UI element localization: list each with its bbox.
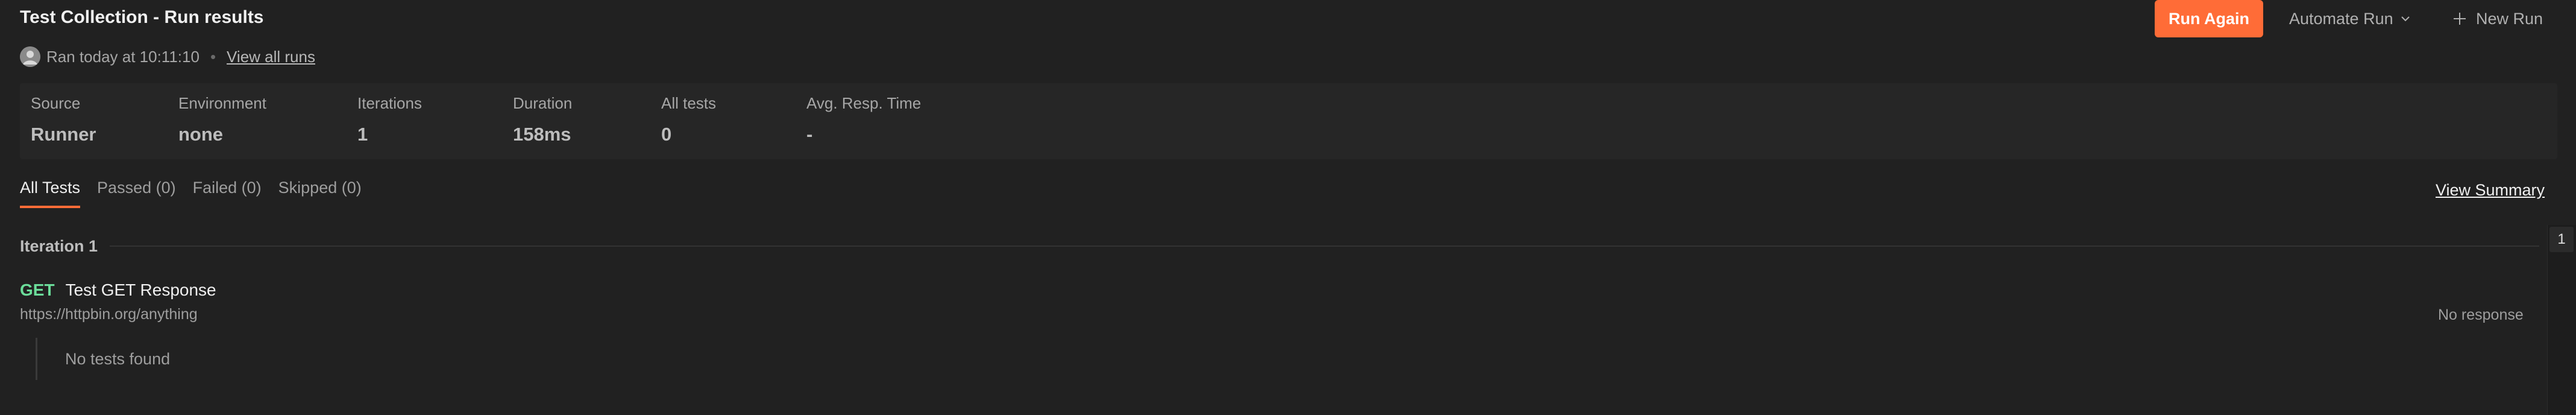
stat-label: Environment [178,94,266,112]
run-meta: Ran today at 10:11:10 • View all runs [20,46,315,68]
new-run-button[interactable]: New Run [2452,5,2543,33]
stat-label: Avg. Resp. Time [806,94,922,112]
meta-separator: • [210,47,216,66]
stat-value: 1 [357,124,368,145]
request-header: GET Test GET Response [20,280,216,300]
tests-results-block: No tests found [36,338,170,380]
iteration-jump-button[interactable]: 1 [2549,227,2574,252]
request-url: https://httpbin.org/anything [20,306,198,323]
tab-skipped[interactable]: Skipped (0) [278,179,362,206]
stat-environment: Environment none [178,94,266,145]
response-status: No response [2438,306,2524,323]
run-summary-stats: Source Runner Environment none Iteration… [20,83,2557,159]
view-all-runs-link[interactable]: View all runs [227,48,315,66]
tab-failed[interactable]: Failed (0) [193,179,262,206]
ran-timestamp: Ran today at 10:11:10 [46,47,199,66]
stat-value: 0 [661,124,672,145]
iteration-navigator [2547,225,2576,415]
stat-label: All tests [661,94,717,112]
run-results-page: Test Collection - Run results Ran today … [0,0,2576,415]
stat-value: - [806,124,813,145]
view-summary-link[interactable]: View Summary [2436,181,2545,200]
stat-value: none [178,124,224,145]
stat-iterations: Iterations 1 [357,94,422,145]
request-method: GET [20,280,55,299]
stat-duration: Duration 158ms [513,94,572,145]
run-again-button[interactable]: Run Again [2155,0,2263,37]
result-tabs: All Tests Passed (0) Failed (0) Skipped … [20,179,379,212]
stat-label: Source [31,94,81,112]
stat-label: Duration [513,94,573,112]
plus-icon [2454,13,2466,25]
request-name: Test GET Response [65,280,216,299]
stat-all-tests: All tests 0 [661,94,716,145]
new-run-label: New Run [2476,9,2543,28]
stat-avg-resp-time: Avg. Resp. Time - [806,94,921,145]
page-title: Test Collection - Run results [20,7,264,27]
stat-label: Iterations [357,94,422,112]
automate-run-button[interactable]: Automate Run [2289,5,2411,33]
request-entry[interactable]: GET Test GET Response https://httpbin.or… [20,280,216,323]
automate-run-label: Automate Run [2289,9,2393,28]
stat-source: Source Runner [31,94,96,145]
no-tests-message: No tests found [65,349,171,368]
stat-value: 158ms [513,124,571,145]
stat-value: Runner [31,124,96,145]
iteration-header: Iteration 1 [20,235,2539,257]
tab-passed[interactable]: Passed (0) [97,179,176,206]
tab-all-tests[interactable]: All Tests [20,179,81,208]
chevron-down-icon [2401,16,2410,22]
iteration-divider [110,246,2539,247]
iteration-label: Iteration 1 [20,236,98,255]
user-avatar-icon [20,46,40,67]
